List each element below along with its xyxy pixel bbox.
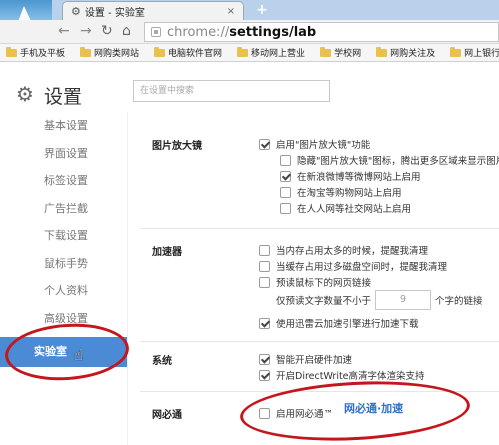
option-label: 在人人网等社交网站上启用: [297, 204, 412, 215]
folder-icon: [320, 46, 332, 57]
sidebar-item-tabs[interactable]: 标签设置: [0, 167, 127, 195]
folder-icon: [80, 46, 92, 57]
address-bar[interactable]: chrome:// settings/lab: [144, 22, 499, 42]
option-label: 智能开启硬件加速: [276, 355, 353, 366]
option-label: 当缓存占用过多磁盘空间时，提醒我清理: [276, 262, 448, 273]
section-label-system: 系统: [152, 356, 172, 367]
section-divider: [140, 341, 499, 342]
netspeed-badge: 网必通·加速: [344, 402, 404, 415]
option-label: 当内存占用太多的时候，提醒我清理: [276, 246, 429, 257]
settings-gear-icon: ⚙: [16, 82, 34, 106]
folder-icon: [376, 46, 388, 57]
sidebar-divider: [127, 112, 128, 445]
close-icon[interactable]: ×: [227, 6, 235, 17]
section-label-netspeed: 网必通: [152, 410, 182, 421]
checkbox[interactable]: [259, 138, 270, 150]
option-hide-magnifier-icon[interactable]: 隐藏"图片放大镜"图标，腾出更多区域来显示图片: [280, 153, 499, 167]
checkbox[interactable]: [259, 244, 270, 256]
sidebar-item-advanced[interactable]: 高级设置: [0, 305, 127, 333]
option-label: 隐藏"图片放大镜"图标，腾出更多区域来显示图片: [297, 156, 499, 167]
sidebar-item-adblock[interactable]: 广告拦截: [0, 195, 127, 223]
url-path: settings/lab: [229, 24, 317, 40]
bookmark-folder[interactable]: 学校网: [320, 46, 361, 59]
bookmark-folder[interactable]: 网购关注及: [376, 46, 435, 59]
folder-icon: [154, 46, 166, 57]
forward-arrow-icon[interactable]: →: [80, 23, 92, 39]
option-thunder-accelerate[interactable]: 使用迅雷云加速引擎进行加速下载: [259, 316, 419, 330]
sidebar-item-profile[interactable]: 个人资料: [0, 277, 127, 305]
option-label: 启用网必通™: [276, 409, 334, 420]
option-magnifier-weibo[interactable]: 在新浪微博等微博网站上启用: [280, 169, 421, 183]
sidebar-item-lab[interactable]: 实验室: [0, 337, 127, 367]
option-memory-reminder[interactable]: 当内存占用太多的时候，提醒我清理: [259, 243, 428, 257]
settings-sidebar: 基本设置 界面设置 标签设置 广告拦截 下载设置 鼠标手势 个人资料 高级设置 …: [0, 112, 127, 367]
url-scheme: chrome://: [167, 24, 230, 40]
folder-icon: [237, 46, 249, 57]
checkbox[interactable]: [259, 260, 270, 272]
section-divider: [140, 391, 499, 392]
checkbox[interactable]: [280, 202, 291, 214]
bookmark-folder[interactable]: 手机及平板: [6, 46, 65, 59]
active-tab[interactable]: ⚙ 设置 - 实验室 ×: [62, 1, 244, 21]
page-title: 设置: [44, 86, 83, 108]
sidebar-item-gestures[interactable]: 鼠标手势: [0, 250, 127, 278]
sidebar-item-download[interactable]: 下载设置: [0, 222, 127, 250]
gear-icon: ⚙: [71, 5, 81, 18]
bookmark-label: 网购关注及: [390, 49, 436, 59]
preread-threshold-row: 仅预读文字数量不小于 9 个字的链接: [276, 290, 483, 310]
option-enable-netspeed[interactable]: 启用网必通™: [259, 406, 333, 420]
option-preread-links[interactable]: 预读鼠标下的网页链接: [259, 275, 371, 289]
bookmark-label: 移动网上营业: [251, 49, 306, 59]
back-arrow-icon[interactable]: ←: [58, 23, 70, 39]
option-label: 在淘宝等购物网站上启用: [297, 188, 402, 199]
new-tab-button[interactable]: +: [256, 2, 268, 18]
checkbox[interactable]: [259, 317, 270, 329]
section-divider: [140, 228, 499, 229]
folder-icon: [450, 46, 462, 57]
bookmarks-bar: 手机及平板 网购类网站 电脑软件官网 移动网上营业 学校网 网购关注及 网上银行: [0, 44, 499, 62]
tab-title: 设置 - 实验室: [84, 8, 145, 19]
sidebar-item-interface[interactable]: 界面设置: [0, 140, 127, 168]
option-magnifier-social[interactable]: 在人人网等社交网站上启用: [280, 201, 411, 215]
sidebar-item-basic[interactable]: 基本设置: [0, 112, 127, 140]
checkbox[interactable]: [280, 170, 291, 182]
home-icon[interactable]: ⌂: [122, 23, 131, 39]
bookmark-folder[interactable]: 电脑软件官网: [154, 46, 222, 59]
option-cache-reminder[interactable]: 当缓存占用过多磁盘空间时，提醒我清理: [259, 259, 447, 273]
bookmark-label: 电脑软件官网: [168, 49, 223, 59]
settings-search-input[interactable]: [133, 80, 330, 102]
page-icon: [151, 27, 161, 37]
checkbox[interactable]: [259, 407, 270, 419]
reload-icon[interactable]: ↻: [101, 23, 113, 39]
checkbox[interactable]: [259, 353, 270, 365]
option-label: 使用迅雷云加速引擎进行加速下载: [276, 319, 419, 330]
bookmark-label: 手机及平板: [20, 49, 66, 59]
checkbox[interactable]: [259, 276, 270, 288]
option-label: 启用"图片放大镜"功能: [276, 140, 371, 151]
checkbox[interactable]: [259, 369, 270, 381]
bookmark-folder[interactable]: 网上银行: [450, 46, 499, 59]
bookmark-folder[interactable]: 移动网上营业: [237, 46, 305, 59]
hand-cursor-icon: ☝: [74, 346, 84, 364]
option-enable-magnifier[interactable]: 启用"图片放大镜"功能: [259, 137, 370, 151]
option-label: 在新浪微博等微博网站上启用: [297, 172, 421, 183]
checkbox[interactable]: [280, 186, 291, 198]
preread-prefix: 仅预读文字数量不小于: [276, 296, 372, 307]
checkbox[interactable]: [280, 154, 291, 166]
option-label: 预读鼠标下的网页链接: [276, 278, 372, 289]
section-label-magnifier: 图片放大镜: [152, 141, 202, 152]
bookmark-label: 学校网: [334, 49, 362, 59]
bookmark-label: 网上银行: [464, 49, 499, 59]
folder-icon: [6, 46, 17, 57]
bookmark-folder[interactable]: 网购类网站: [80, 46, 139, 59]
preread-suffix: 个字的链接: [435, 296, 483, 307]
preread-number-input[interactable]: 9: [375, 290, 432, 310]
option-label: 开启DirectWrite高清字体渲染支持: [276, 371, 425, 382]
option-directwrite[interactable]: 开启DirectWrite高清字体渲染支持: [259, 368, 425, 382]
section-label-accelerator: 加速器: [152, 247, 182, 258]
option-hardware-acceleration[interactable]: 智能开启硬件加速: [259, 352, 352, 366]
option-magnifier-shopping[interactable]: 在淘宝等购物网站上启用: [280, 185, 402, 199]
bookmark-label: 网购类网站: [94, 49, 140, 59]
